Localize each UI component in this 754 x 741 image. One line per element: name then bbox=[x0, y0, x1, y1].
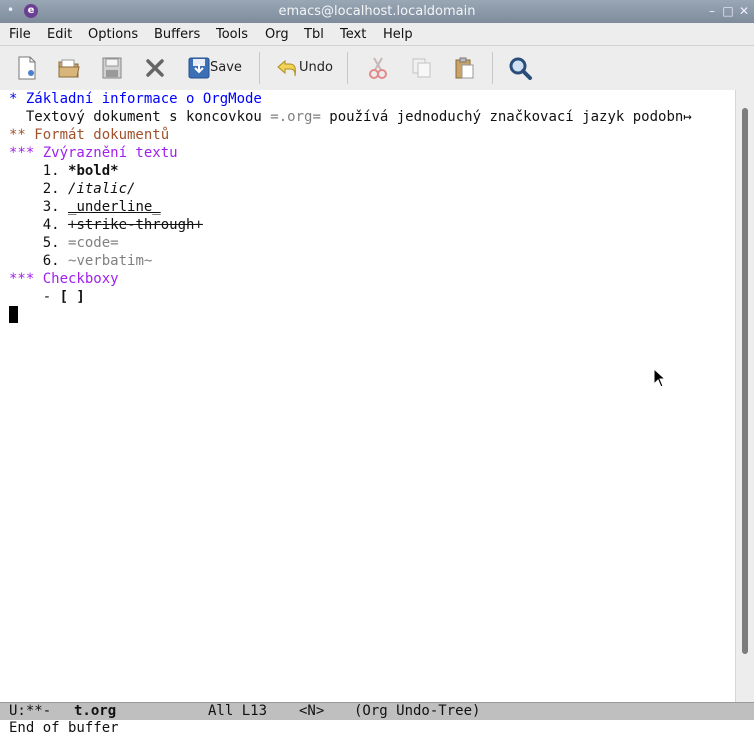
italic-text: /italic/ bbox=[68, 181, 136, 197]
text-cursor bbox=[9, 306, 18, 323]
checkbox-item: - [ ] bbox=[9, 288, 85, 306]
heading-level-1: * Základní informace o OrgMode bbox=[9, 91, 262, 107]
menu-file[interactable]: File bbox=[9, 27, 31, 42]
list-number: 5. bbox=[42, 235, 60, 251]
undo-button[interactable]: Undo bbox=[276, 54, 336, 82]
buffer-status: U:**- bbox=[9, 703, 52, 719]
open-file-button[interactable] bbox=[57, 54, 81, 82]
save-icon bbox=[188, 57, 210, 79]
buffer-filename[interactable]: t.org bbox=[74, 703, 116, 720]
list-number: 4. bbox=[42, 217, 60, 233]
heading-level-2: ** Formát dokumentů bbox=[9, 127, 170, 143]
bold-text: *bold* bbox=[68, 163, 119, 179]
scissors-icon bbox=[369, 57, 387, 79]
undo-icon bbox=[277, 59, 296, 77]
list-number: 6. bbox=[42, 253, 60, 269]
list-item: 3. _underline_ bbox=[9, 198, 161, 216]
code-markup: =.org= bbox=[270, 109, 321, 125]
window-title: emacs@localhost.localdomain bbox=[278, 4, 476, 19]
toolbar-separator bbox=[492, 52, 493, 84]
disk-icon bbox=[102, 57, 122, 79]
menu-text[interactable]: Text bbox=[340, 27, 366, 42]
major-minor-modes[interactable]: (Org Undo-Tree) bbox=[354, 703, 480, 720]
buffer-position: All L13 bbox=[208, 703, 268, 719]
list-item: 6. ~verbatim~ bbox=[9, 252, 153, 270]
mode-line: U:**- t.org All L13 <N> (Org Undo-Tree) bbox=[0, 702, 754, 720]
verbatim-text: ~verbatim~ bbox=[68, 253, 153, 269]
save-as-button[interactable] bbox=[101, 54, 125, 82]
menu-tbl[interactable]: Tbl bbox=[304, 27, 324, 42]
body-text: Textový dokument s koncovkou bbox=[9, 109, 271, 125]
tool-bar: Save Undo bbox=[0, 46, 754, 91]
cut-button[interactable] bbox=[367, 54, 391, 82]
undo-label: Undo bbox=[299, 60, 333, 75]
paste-button[interactable] bbox=[453, 54, 477, 82]
scrollbar-thumb[interactable] bbox=[742, 108, 748, 654]
body-text-line: Textový dokument s koncovkou =.org= použ… bbox=[9, 108, 692, 126]
close-x-icon bbox=[146, 59, 164, 77]
checkbox[interactable]: [ ] bbox=[60, 289, 85, 305]
minibuffer-message: End of buffer bbox=[9, 720, 119, 736]
copy-button[interactable] bbox=[410, 54, 434, 82]
paste-icon bbox=[455, 57, 474, 79]
underline-text: _underline_ bbox=[68, 199, 161, 215]
menu-tools[interactable]: Tools bbox=[216, 27, 248, 42]
strikethrough-text: +strike-through+ bbox=[68, 217, 203, 233]
line-continuation-icon: ↦ bbox=[683, 109, 692, 125]
code-text: =code= bbox=[68, 235, 119, 251]
close-buffer-button[interactable] bbox=[144, 54, 168, 82]
minimize-icon[interactable]: – bbox=[706, 5, 718, 17]
copy-icon bbox=[412, 58, 431, 78]
menu-buffers[interactable]: Buffers bbox=[154, 27, 200, 42]
list-item: 1. *bold* bbox=[9, 162, 119, 180]
maximize-icon[interactable]: □ bbox=[722, 5, 734, 17]
menu-edit[interactable]: Edit bbox=[47, 27, 72, 42]
menu-help[interactable]: Help bbox=[383, 27, 413, 42]
vertical-scrollbar[interactable] bbox=[735, 90, 754, 702]
list-item: 4. +strike-through+ bbox=[9, 216, 203, 234]
menu-org[interactable]: Org bbox=[265, 27, 289, 42]
evil-state: <N> bbox=[299, 703, 325, 719]
close-icon[interactable]: ✕ bbox=[738, 5, 750, 17]
title-bar: • e emacs@localhost.localdomain – □ ✕ bbox=[0, 0, 754, 23]
menu-bar: File Edit Options Buffers Tools Org Tbl … bbox=[0, 23, 754, 46]
save-label: Save bbox=[210, 60, 242, 75]
search-icon bbox=[509, 57, 532, 80]
list-number: 2. bbox=[42, 181, 60, 197]
minibuffer[interactable]: End of buffer bbox=[0, 720, 754, 741]
editor-buffer[interactable]: * Základní informace o OrgMode Textový d… bbox=[0, 90, 735, 702]
open-folder-icon bbox=[58, 59, 80, 78]
list-item: 2. /italic/ bbox=[9, 180, 136, 198]
new-file-button[interactable] bbox=[16, 54, 40, 82]
toolbar-separator bbox=[347, 52, 348, 84]
body-text: používá jednoduchý značkovací jazyk podo… bbox=[320, 109, 684, 125]
new-file-icon bbox=[18, 56, 36, 80]
list-item: 5. =code= bbox=[9, 234, 119, 252]
save-button[interactable]: Save bbox=[188, 54, 248, 82]
heading-level-3: *** Zvýraznění textu bbox=[9, 145, 178, 161]
search-button[interactable] bbox=[508, 54, 534, 82]
list-number: 1. bbox=[42, 163, 60, 179]
toolbar-separator bbox=[259, 52, 260, 84]
mouse-pointer-icon bbox=[653, 368, 667, 388]
list-bullet: - bbox=[42, 289, 60, 305]
list-number: 3. bbox=[42, 199, 60, 215]
heading-level-3: *** Checkboxy bbox=[9, 271, 119, 287]
menu-options[interactable]: Options bbox=[88, 27, 138, 42]
